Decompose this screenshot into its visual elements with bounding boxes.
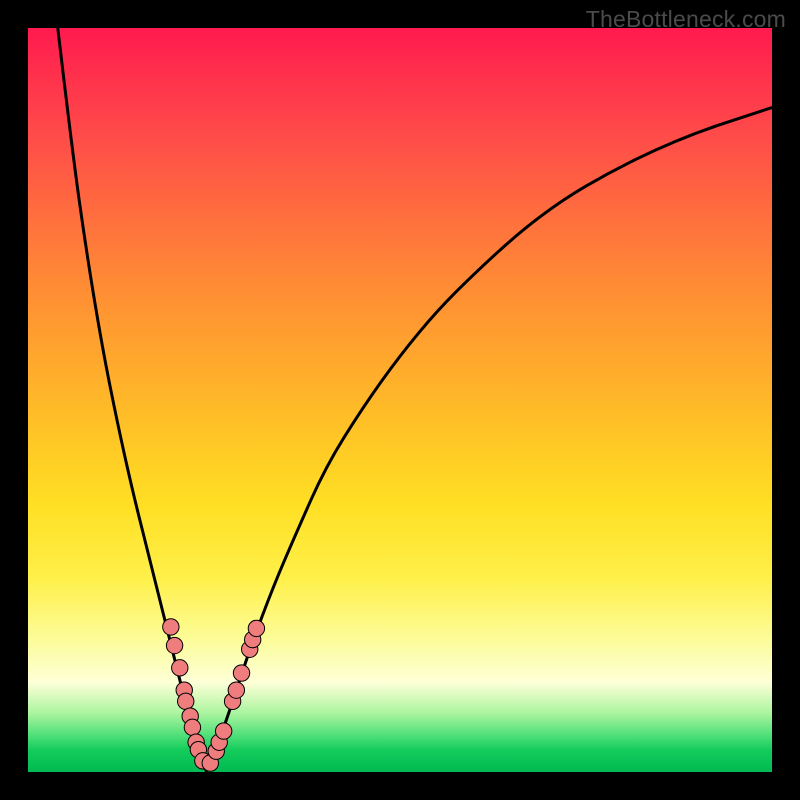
marker-group xyxy=(163,619,265,772)
curve-overlay xyxy=(28,28,772,772)
data-marker xyxy=(172,660,188,676)
data-marker xyxy=(215,723,231,739)
data-marker xyxy=(178,693,194,709)
data-marker xyxy=(228,682,244,698)
data-marker xyxy=(233,665,249,681)
data-marker xyxy=(184,719,200,735)
outer-frame: TheBottleneck.com xyxy=(0,0,800,800)
plot-area xyxy=(28,28,772,772)
curve-right-branch xyxy=(207,108,772,772)
data-marker xyxy=(166,637,182,653)
data-marker xyxy=(163,619,179,635)
data-marker xyxy=(248,620,264,636)
watermark-text: TheBottleneck.com xyxy=(586,6,786,33)
